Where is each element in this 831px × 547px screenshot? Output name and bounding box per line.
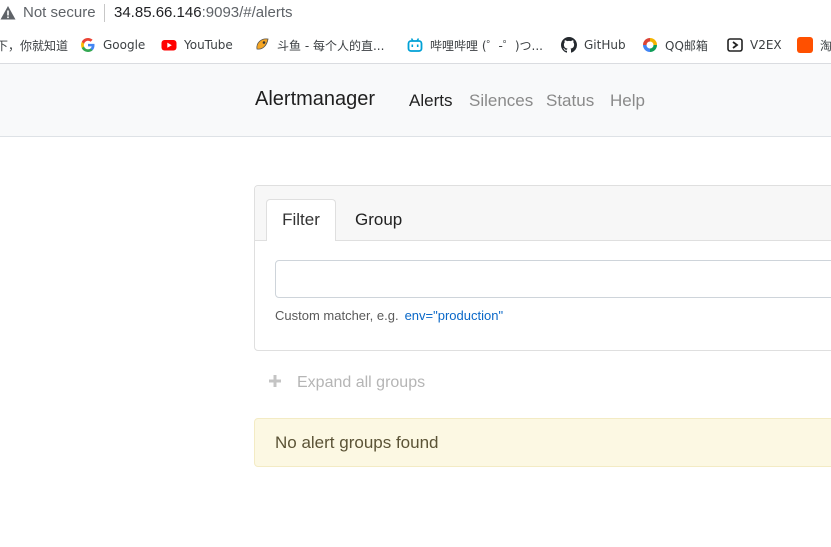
security-label[interactable]: Not secure [23, 4, 96, 21]
bookmark-label: Google [103, 38, 146, 52]
url-host: 34.85.66.146 [114, 4, 202, 21]
plus-icon [269, 374, 283, 392]
qqmail-icon [643, 38, 657, 52]
expand-all-label: Expand all groups [297, 374, 426, 391]
filter-card-header: Filter Group [255, 186, 831, 241]
filter-card: Filter Group Custom matcher, e.g. env="pr… [254, 185, 831, 351]
youtube-icon [161, 40, 177, 51]
github-icon [561, 37, 577, 53]
v2ex-icon [727, 38, 743, 52]
bookmark-label: QQ邮箱 [665, 38, 708, 53]
nav-status[interactable]: Status [546, 91, 594, 111]
bookmark-label: 哔哩哔哩 (゜-゜)つ... [430, 38, 543, 53]
filter-input[interactable] [275, 260, 831, 298]
app-navbar: Alertmanager Alerts Silences Status Help [0, 64, 831, 137]
bookmark-v2ex[interactable]: V2EX [727, 37, 782, 53]
expand-all-groups-button[interactable]: Expand all groups [269, 374, 425, 392]
bookmark-label: 斗鱼 - 每个人的直... [277, 38, 385, 53]
tab-group[interactable]: Group [355, 199, 402, 241]
browser-address-bar[interactable]: Not secure 34.85.66.146:9093/#/alerts [0, 0, 831, 27]
bookmark-label: 淘 [820, 38, 831, 53]
bookmark-taobao[interactable]: 淘 [797, 37, 831, 53]
douyu-icon [256, 38, 269, 50]
nav-silences[interactable]: Silences [469, 91, 533, 111]
filter-hint-text: Custom matcher, e.g. [275, 308, 399, 323]
bookmark-label: V2EX [750, 38, 782, 52]
bookmark-github[interactable]: GitHub [561, 37, 626, 53]
filter-example-link[interactable]: env="production" [405, 308, 504, 323]
warning-triangle-icon[interactable] [0, 5, 16, 21]
bookmark-label: YouTube [184, 38, 233, 52]
bookmark-baidu[interactable]: 下，你就知道 [0, 37, 68, 53]
bookmark-google[interactable]: Google [80, 37, 145, 53]
bookmark-bilibili[interactable]: 哔哩哔哩 (゜-゜)つ... [407, 37, 543, 53]
nav-help[interactable]: Help [610, 91, 645, 111]
brand-title[interactable]: Alertmanager [255, 88, 375, 111]
tab-filter[interactable]: Filter [266, 199, 336, 241]
bookmarks-bar: 下，你就知道 Google YouTube 斗鱼 - 每个人的直... 哔哩哔哩… [0, 27, 831, 64]
no-alerts-message: No alert groups found [254, 418, 831, 467]
google-icon [81, 38, 95, 52]
address-separator [104, 4, 105, 22]
filter-hint: Custom matcher, e.g. env="production" [275, 308, 503, 323]
taobao-icon [797, 37, 813, 53]
bookmark-douyu[interactable]: 斗鱼 - 每个人的直... [254, 37, 384, 53]
bookmark-label: GitHub [584, 38, 626, 52]
bilibili-icon [407, 38, 423, 52]
url-text[interactable]: 34.85.66.146:9093/#/alerts [114, 4, 293, 21]
bookmark-label: 下，你就知道 [0, 38, 69, 53]
nav-alerts[interactable]: Alerts [409, 91, 452, 111]
url-path: :9093/#/alerts [201, 4, 293, 21]
bookmark-youtube[interactable]: YouTube [161, 37, 233, 53]
bookmark-qqmail[interactable]: QQ邮箱 [642, 37, 708, 53]
